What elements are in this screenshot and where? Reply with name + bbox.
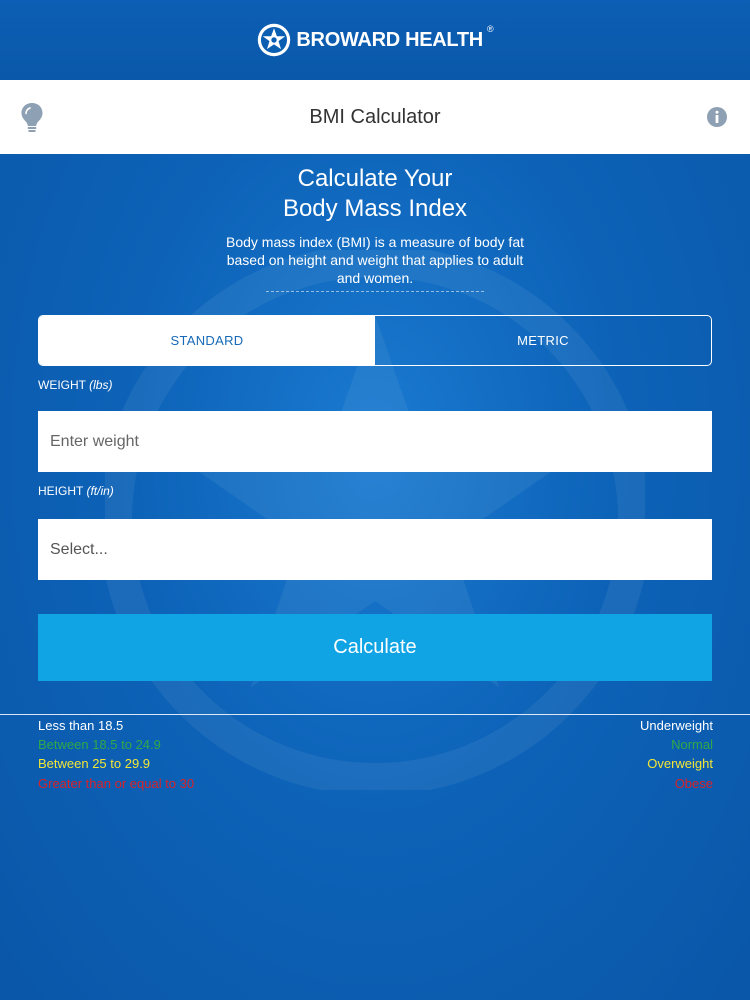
page-title: BMI Calculator — [309, 105, 441, 128]
heading-line-2: Body Mass Index — [282, 195, 468, 222]
broward-star-logo-icon — [258, 23, 291, 57]
trademark-symbol: ® — [486, 24, 494, 34]
brand-header: BROWARD HEALTH ® — [0, 0, 750, 80]
lightbulb-icon[interactable] — [20, 102, 44, 134]
legend-category: Overweight — [647, 755, 713, 771]
height-select-value: Select... — [50, 540, 108, 558]
description-divider — [266, 291, 484, 292]
legend-range: Between 18.5 to 24.9 — [38, 736, 161, 752]
title-bar: BMI Calculator — [0, 80, 750, 154]
legend-category: Obese — [674, 775, 713, 791]
tab-metric[interactable]: METRIC — [375, 316, 711, 365]
legend-range: Less than 18.5 — [38, 717, 124, 733]
height-label-text: HEIGHT — [38, 484, 84, 498]
brand-name: BROWARD HEALTH — [296, 28, 483, 51]
weight-unit: (lbs) — [89, 378, 113, 392]
legend-category: Normal — [671, 736, 713, 752]
calculator-heading: Calculate Your Body Mass Index — [0, 164, 750, 224]
bmi-description: Body mass index (BMI) is a measure of bo… — [225, 234, 524, 286]
weight-label: WEIGHT (lbs) — [38, 378, 112, 392]
unit-toggle: STANDARD METRIC — [38, 315, 712, 366]
legend-row-underweight: Less than 18.5 Underweight — [38, 715, 713, 735]
height-select[interactable]: Select... — [38, 519, 712, 580]
calculate-button[interactable]: Calculate — [38, 614, 712, 681]
weight-label-text: WEIGHT — [38, 378, 86, 392]
legend-range: Greater than or equal to 30 — [38, 775, 195, 791]
heading-line-1: Calculate Your — [297, 165, 453, 192]
info-icon[interactable] — [706, 106, 728, 128]
legend-category: Underweight — [640, 717, 713, 733]
height-label: HEIGHT (ft/in) — [38, 484, 114, 498]
brand-logo-lockup: BROWARD HEALTH ® — [256, 22, 494, 58]
legend-range: Between 25 to 29.9 — [38, 755, 151, 771]
weight-input[interactable] — [38, 411, 712, 472]
height-unit: (ft/in) — [86, 484, 114, 498]
legend-row-obese: Greater than or equal to 30 Obese — [38, 773, 713, 793]
tab-standard[interactable]: STANDARD — [39, 316, 375, 365]
legend-row-overweight: Between 25 to 29.9 Overweight — [38, 753, 713, 773]
legend-row-normal: Between 18.5 to 24.9 Normal — [38, 734, 713, 754]
